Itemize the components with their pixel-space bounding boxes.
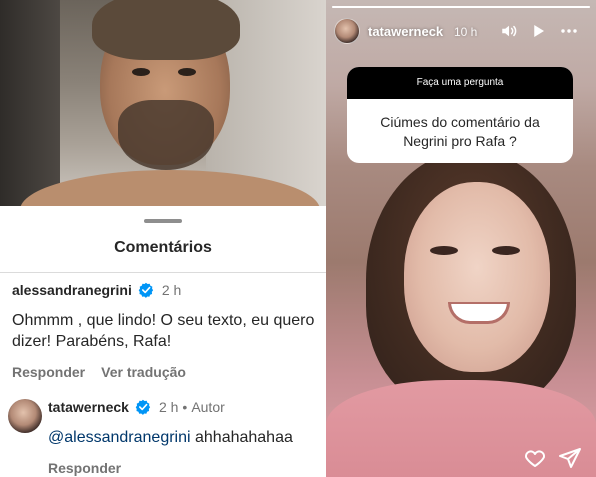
story-time: 10 h (454, 25, 478, 39)
separator-dot: • (182, 399, 188, 415)
story-face (404, 182, 550, 372)
comments-sheet: Comentários alessandranegrini 2 h Ohmmm … (0, 206, 326, 477)
story-progress-bar (332, 6, 590, 8)
story-avatar[interactable] (334, 18, 360, 44)
comment-username[interactable]: tatawerneck (48, 399, 129, 415)
avatar[interactable] (8, 399, 42, 433)
reply-button[interactable]: Responder (48, 460, 121, 476)
question-header: Faça uma pergunta (347, 67, 573, 99)
story-progress-fill (332, 6, 590, 8)
comment-text: Ohmmm , que lindo! O seu texto, eu quero… (12, 312, 315, 350)
question-sticker[interactable]: Faça uma pergunta Ciúmes do comentário d… (347, 67, 573, 163)
heart-icon[interactable] (523, 446, 547, 470)
play-icon[interactable] (529, 22, 547, 40)
story-eye-left (430, 246, 458, 255)
photo-eye-left (132, 68, 150, 76)
comment-time: 2 h (161, 282, 182, 298)
author-badge: Autor (191, 399, 225, 415)
comments-title: Comentários (114, 239, 212, 256)
photo-door (0, 0, 60, 206)
mention-link[interactable]: @alessandranegrini (48, 429, 191, 446)
comment-time: 2 h (158, 399, 179, 415)
more-icon[interactable] (559, 22, 579, 40)
send-icon[interactable] (558, 446, 582, 470)
question-text: Ciúmes do comentário da Negrini pro Rafa… (380, 114, 540, 149)
story-shirt (326, 380, 596, 477)
volume-icon[interactable] (500, 22, 518, 40)
story-panel: tatawerneck 10 h Faça uma pergunta Ciúme… (326, 0, 596, 477)
comment-item: alessandranegrini 2 h Ohmmm , que lindo!… (12, 282, 326, 380)
story-eye-right (492, 246, 520, 255)
verified-badge-icon (138, 282, 153, 298)
story-username[interactable]: tatawerneck (368, 24, 443, 39)
post-photo (0, 0, 326, 206)
title-divider (0, 272, 326, 273)
reply-button[interactable]: Responder (12, 364, 85, 380)
verified-badge-icon (135, 399, 151, 415)
see-translation-button[interactable]: Ver tradução (101, 364, 186, 380)
drag-handle[interactable] (144, 219, 182, 223)
photo-eye-right (178, 68, 196, 76)
comment-username[interactable]: alessandranegrini (12, 282, 132, 298)
post-comments-panel: Comentários alessandranegrini 2 h Ohmmm … (0, 0, 326, 477)
photo-beard (118, 100, 214, 170)
comment-body: ahhahahahaa (190, 429, 293, 446)
photo-hair (92, 0, 240, 60)
comment-text: @alessandranegrini ahhahahahaa (48, 427, 326, 448)
